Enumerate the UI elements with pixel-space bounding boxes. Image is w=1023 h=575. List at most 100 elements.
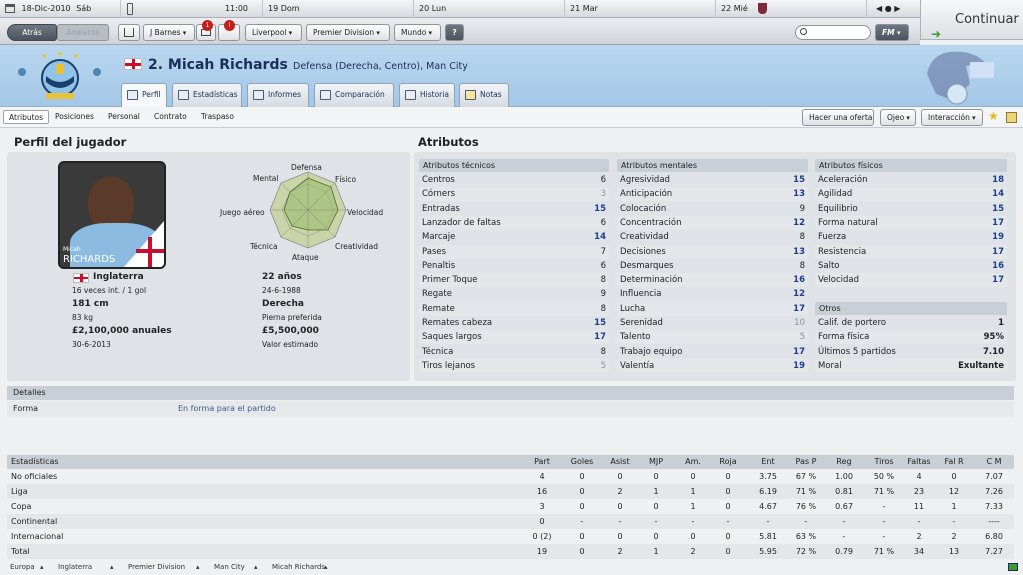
tab-notas[interactable]: Notas [459, 83, 509, 107]
tab-estadisticas[interactable]: Estadísticas [172, 83, 242, 107]
stats-cell: 1 [653, 547, 659, 556]
day-cell-4[interactable]: 22 Mié [715, 0, 865, 18]
stats-cell: 2 [617, 487, 623, 496]
profile-icon [127, 90, 138, 100]
notes-icon [465, 90, 476, 100]
stats-column-header[interactable]: Reg [827, 455, 861, 469]
scout-menu[interactable]: Ojeo [880, 109, 916, 126]
stats-column-header[interactable]: Tiros [867, 455, 901, 469]
form-value[interactable]: En forma para el partido [178, 401, 276, 417]
stats-row[interactable]: No oficiales 4 0 0 0 0 0 3.75 67 % 1.00 50 % 4 0 7.07 [7, 469, 1014, 484]
caret-up-icon[interactable]: ▴ [40, 560, 44, 575]
tab-perfil[interactable]: Perfil [121, 83, 167, 107]
compare-icon [320, 90, 331, 100]
star-icon[interactable]: ★ [988, 109, 999, 123]
mail-count-badge: 1 [202, 20, 213, 31]
home-button[interactable] [118, 24, 140, 41]
stats-row[interactable]: Liga 16 0 2 1 1 0 6.19 71 % 0.81 71 % 23 12 7.26 [7, 484, 1014, 499]
day-cell-3[interactable]: 21 Mar [564, 0, 714, 18]
subnav-personal[interactable]: Personal [103, 110, 145, 124]
next-player-icon[interactable] [93, 68, 101, 76]
attribute-name: Remates cabeza [422, 318, 493, 328]
stats-cell: 2 [916, 532, 922, 541]
subnav-contrato[interactable]: Contrato [149, 110, 192, 124]
back-button[interactable]: Atrás [7, 24, 57, 41]
interaction-menu[interactable]: Interacción [921, 109, 983, 126]
stats-column-header[interactable]: Estadísticas [11, 455, 211, 469]
stats-row[interactable]: Continental 0- - - - - - - - - - - ---- [7, 514, 1014, 529]
breadcrumb-item[interactable]: Premier Division [128, 560, 185, 575]
stats-cell: 7.27 [985, 547, 1003, 556]
attribute-row: Saques largos 17 [419, 330, 609, 345]
alert-badge: ! [224, 20, 235, 31]
stats-cell: - [726, 517, 730, 526]
subnav-posiciones[interactable]: Posiciones [50, 110, 99, 124]
day-cell-2[interactable]: 20 Lun [413, 0, 563, 18]
breadcrumb-item[interactable]: Inglaterra [58, 560, 92, 575]
stats-column-header[interactable]: Am. [678, 455, 708, 469]
stats-column-header[interactable]: Goles [565, 455, 599, 469]
club-crest-logo[interactable] [34, 50, 86, 102]
day-cell-1[interactable]: 19 Dom [262, 0, 412, 18]
shortlist-add-icon[interactable] [1006, 112, 1017, 123]
stats-column-header[interactable]: Part [526, 455, 558, 469]
attribute-value: 5 [600, 360, 606, 371]
prev-player-icon[interactable] [18, 68, 26, 76]
caret-up-icon[interactable]: ▴ [110, 560, 114, 575]
age: 22 años [262, 272, 302, 282]
tab-historia[interactable]: Historia [399, 83, 455, 107]
club-menu[interactable]: Liverpool [245, 24, 302, 41]
manager-menu[interactable]: J Barnes [143, 24, 195, 41]
calendar-nav[interactable]: ◀ ● ▶ [866, 0, 920, 18]
help-button[interactable]: ? [445, 24, 464, 41]
attribute-row: Influencia 12 [617, 287, 808, 301]
breadcrumb-item[interactable]: Micah Richards [272, 560, 325, 575]
stats-column-header[interactable]: Fal R [939, 455, 969, 469]
day-label: 21 Mar [570, 4, 598, 13]
caret-up-icon[interactable]: ▴ [324, 560, 328, 575]
tab-informes[interactable]: Informes [247, 83, 309, 107]
stats-column-header[interactable]: Pas P [789, 455, 823, 469]
other-header: Otros [815, 302, 1007, 315]
subnav-traspaso[interactable]: Traspaso [196, 110, 239, 124]
league-menu[interactable]: Premier Division [306, 24, 390, 41]
stats-cell: 0 [951, 472, 957, 481]
search-input[interactable] [795, 25, 871, 40]
attribute-value: 12 [793, 217, 805, 228]
technical-header: Atributos técnicos [419, 159, 609, 172]
tab-comparacion[interactable]: Comparación [314, 83, 394, 107]
prev-arrow-icon[interactable]: ◀ [876, 4, 882, 13]
tab-label: Historia [420, 90, 449, 99]
stats-cell: - [842, 517, 846, 526]
stats-column-header[interactable]: Ent [751, 455, 785, 469]
stats-column-header[interactable]: Faltas [902, 455, 936, 469]
attribute-value: 17 [992, 246, 1004, 257]
continue-button[interactable]: ➜ Continuar [920, 0, 1023, 41]
next-arrow-icon[interactable]: ▶ [894, 4, 900, 13]
make-offer-button[interactable]: Hacer una oferta [802, 109, 874, 126]
world-menu[interactable]: Mundo [394, 24, 441, 41]
dot-icon[interactable]: ● [885, 4, 892, 13]
stats-row[interactable]: Total 19 0 2 1 2 0 5.95 72 % 0.79 71 % 34 13 7.27 [7, 544, 1014, 559]
stats-row[interactable]: Copa 3 0 0 0 1 0 4.67 76 % 0.67-11 1 7.33 [7, 499, 1014, 514]
stats-cell: 5.81 [759, 532, 777, 541]
fm-menu[interactable]: FM [875, 24, 909, 41]
stats-column-header[interactable]: C M [977, 455, 1011, 469]
caret-up-icon[interactable]: ▴ [196, 560, 200, 575]
caret-up-icon[interactable]: ▴ [254, 560, 258, 575]
current-date[interactable]: 18-Dic-2010 Sáb [0, 0, 120, 18]
attribute-row: Resistencia 17 [815, 244, 1007, 259]
stats-column-header[interactable]: MJP [641, 455, 671, 469]
subnav-atributos[interactable]: Atributos [3, 110, 50, 124]
stats-row[interactable]: Internacional 0 (2) 0 0 0 0 0 5.81 63 % - - 2 2 6.80 [7, 529, 1014, 544]
forward-button[interactable]: Adelante [57, 24, 109, 41]
stats-column-header[interactable]: Asist [604, 455, 636, 469]
breadcrumb-item[interactable]: Man City [214, 560, 245, 575]
player-photo: Micah RICHARDS [58, 161, 166, 269]
breadcrumb-item[interactable]: Europa [10, 560, 35, 575]
attribute-row: Entradas 15 [419, 202, 609, 216]
nationality[interactable]: Inglaterra [93, 272, 144, 282]
stats-column-header[interactable]: Roja [713, 455, 743, 469]
attribute-name: Valentía [620, 360, 655, 371]
radar-label-mental: Mental [253, 174, 279, 183]
